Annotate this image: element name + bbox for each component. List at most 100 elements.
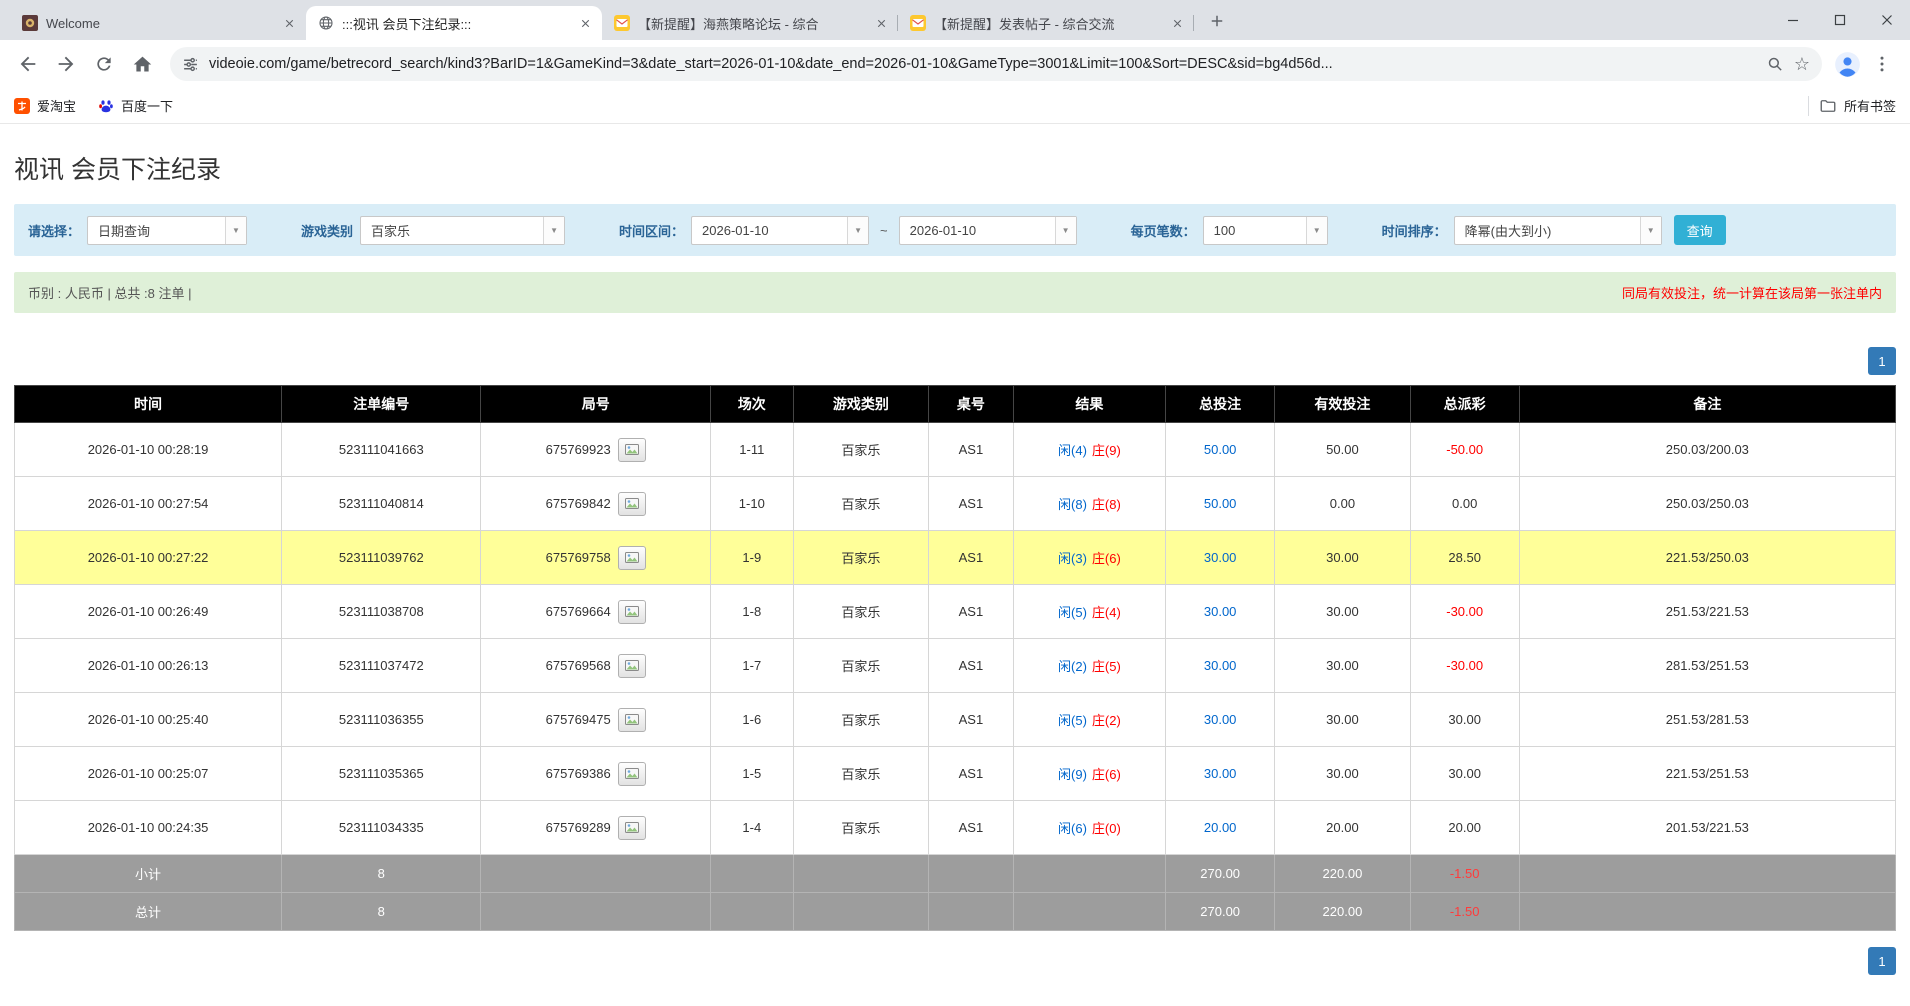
- cell-payout: -30.00: [1410, 639, 1519, 693]
- forward-button[interactable]: [48, 46, 84, 82]
- cell-total-bet[interactable]: 30.00: [1166, 585, 1275, 639]
- date-range-label: 时间区间：: [619, 221, 684, 240]
- player-result: 闲(2): [1058, 659, 1087, 674]
- tab-strip: Welcome :::视讯 会员下注纪录::: 【新提醒】海燕策略论坛 - 综合: [10, 0, 1194, 40]
- replay-button[interactable]: [618, 654, 646, 678]
- page-size-select[interactable]: 100 ▼: [1203, 216, 1328, 245]
- date-end-select[interactable]: 2026-01-10 ▼: [899, 216, 1077, 245]
- subtotal-total-bet: 270.00: [1166, 855, 1275, 893]
- tab-close-icon[interactable]: [576, 14, 594, 32]
- maximize-button[interactable]: [1816, 0, 1863, 40]
- cell-payout: -50.00: [1410, 423, 1519, 477]
- back-button[interactable]: [10, 46, 46, 82]
- cell-result: 闲(8)庄(8): [1013, 477, 1165, 531]
- replay-icon: [625, 552, 639, 563]
- table-row: 2026-01-10 00:27:54 523111040814 6757698…: [15, 477, 1896, 531]
- zoom-icon[interactable]: [1766, 55, 1784, 73]
- cell-session: 1-5: [710, 747, 793, 801]
- cell-table-no: AS1: [929, 477, 1014, 531]
- cell-total-bet[interactable]: 50.00: [1166, 477, 1275, 531]
- chevron-down-icon[interactable]: ▼: [847, 217, 868, 244]
- query-type-select[interactable]: 日期查询 ▼: [87, 216, 247, 245]
- header-payout: 总派彩: [1410, 386, 1519, 423]
- replay-icon: [625, 606, 639, 617]
- search-button[interactable]: 查询: [1674, 215, 1726, 245]
- page-title: 视讯 会员下注纪录: [14, 150, 1896, 186]
- chevron-down-icon[interactable]: ▼: [543, 217, 564, 244]
- cell-total-bet[interactable]: 50.00: [1166, 423, 1275, 477]
- tab-bet-records[interactable]: :::视讯 会员下注纪录:::: [306, 6, 602, 40]
- cell-round: 675769923: [481, 423, 710, 477]
- tab-close-icon[interactable]: [872, 14, 890, 32]
- profile-avatar[interactable]: [1832, 49, 1862, 79]
- subtotal-row: 小计 8 270.00 220.00 -1.50: [15, 855, 1896, 893]
- tab-close-icon[interactable]: [1168, 14, 1186, 32]
- cell-round: 675769289: [481, 801, 710, 855]
- replay-button[interactable]: [618, 438, 646, 462]
- browser-menu-icon[interactable]: [1864, 46, 1900, 82]
- chevron-down-icon[interactable]: ▼: [1640, 217, 1661, 244]
- banker-result: 庄(6): [1092, 767, 1121, 782]
- replay-button[interactable]: [618, 708, 646, 732]
- chevron-down-icon[interactable]: ▼: [1306, 217, 1327, 244]
- replay-button[interactable]: [618, 492, 646, 516]
- page-content: 视讯 会员下注纪录 请选择： 日期查询 ▼ 游戏类别 百家乐 ▼ 时间区间： 2…: [0, 150, 1910, 975]
- cell-bet-id: 523111037472: [282, 639, 481, 693]
- cell-total-bet[interactable]: 20.00: [1166, 801, 1275, 855]
- replay-button[interactable]: [618, 816, 646, 840]
- cell-total-bet[interactable]: 30.00: [1166, 693, 1275, 747]
- cell-payout: 30.00: [1410, 693, 1519, 747]
- cell-session: 1-8: [710, 585, 793, 639]
- cell-total-bet[interactable]: 30.00: [1166, 531, 1275, 585]
- minimize-button[interactable]: [1769, 0, 1816, 40]
- cell-game: 百家乐: [793, 531, 928, 585]
- tab-close-icon[interactable]: [280, 14, 298, 32]
- cell-table-no: AS1: [929, 585, 1014, 639]
- replay-button[interactable]: [618, 600, 646, 624]
- sort-select[interactable]: 降幂(由大到小) ▼: [1454, 216, 1662, 245]
- subtotal-label: 小计: [15, 855, 282, 893]
- replay-button[interactable]: [618, 546, 646, 570]
- new-tab-button[interactable]: [1202, 6, 1232, 36]
- cell-total-bet[interactable]: 30.00: [1166, 747, 1275, 801]
- pagination-page-1-bottom[interactable]: 1: [1868, 947, 1896, 975]
- tab-bar: Welcome :::视讯 会员下注纪录::: 【新提醒】海燕策略论坛 - 综合: [0, 0, 1910, 40]
- bookmark-aitaobao[interactable]: 爱淘宝: [14, 96, 76, 115]
- bookmark-baidu[interactable]: 百度一下: [98, 96, 173, 115]
- cell-table-no: AS1: [929, 693, 1014, 747]
- navigation-bar: videoie.com/game/betrecord_search/kind3?…: [0, 40, 1910, 88]
- player-result: 闲(9): [1058, 767, 1087, 782]
- date-start-select[interactable]: 2026-01-10 ▼: [691, 216, 869, 245]
- cell-table-no: AS1: [929, 423, 1014, 477]
- cell-payout: 20.00: [1410, 801, 1519, 855]
- cell-table-no: AS1: [929, 747, 1014, 801]
- bookmark-star-icon[interactable]: ☆: [1794, 55, 1810, 73]
- replay-button[interactable]: [618, 762, 646, 786]
- chevron-down-icon[interactable]: ▼: [1055, 217, 1076, 244]
- total-row: 总计 8 270.00 220.00 -1.50: [15, 893, 1896, 931]
- cell-total-bet[interactable]: 30.00: [1166, 639, 1275, 693]
- refresh-button[interactable]: [86, 46, 122, 82]
- total-label: 总计: [15, 893, 282, 931]
- tab-welcome[interactable]: Welcome: [10, 6, 306, 40]
- home-button[interactable]: [124, 46, 160, 82]
- player-result: 闲(5): [1058, 605, 1087, 620]
- header-table-no: 桌号: [929, 386, 1014, 423]
- cell-bet-id: 523111038708: [282, 585, 481, 639]
- header-result: 结果: [1013, 386, 1165, 423]
- tab-forum-1[interactable]: 【新提醒】海燕策略论坛 - 综合: [602, 6, 898, 40]
- site-info-icon[interactable]: [182, 56, 199, 73]
- cell-remark: 250.03/250.03: [1519, 477, 1895, 531]
- pagination-page-1[interactable]: 1: [1868, 347, 1896, 375]
- bookmark-label: 百度一下: [121, 96, 173, 115]
- close-button[interactable]: [1863, 0, 1910, 40]
- game-type-select[interactable]: 百家乐 ▼: [360, 216, 565, 245]
- url-bar[interactable]: videoie.com/game/betrecord_search/kind3?…: [170, 47, 1822, 81]
- round-id: 675769923: [546, 442, 611, 457]
- all-bookmarks[interactable]: 所有书签: [1819, 96, 1896, 115]
- banker-result: 庄(6): [1092, 551, 1121, 566]
- subtotal-count: 8: [282, 855, 481, 893]
- chevron-down-icon[interactable]: ▼: [225, 217, 246, 244]
- replay-icon: [625, 768, 639, 779]
- tab-forum-2[interactable]: 【新提醒】发表帖子 - 综合交流: [898, 6, 1194, 40]
